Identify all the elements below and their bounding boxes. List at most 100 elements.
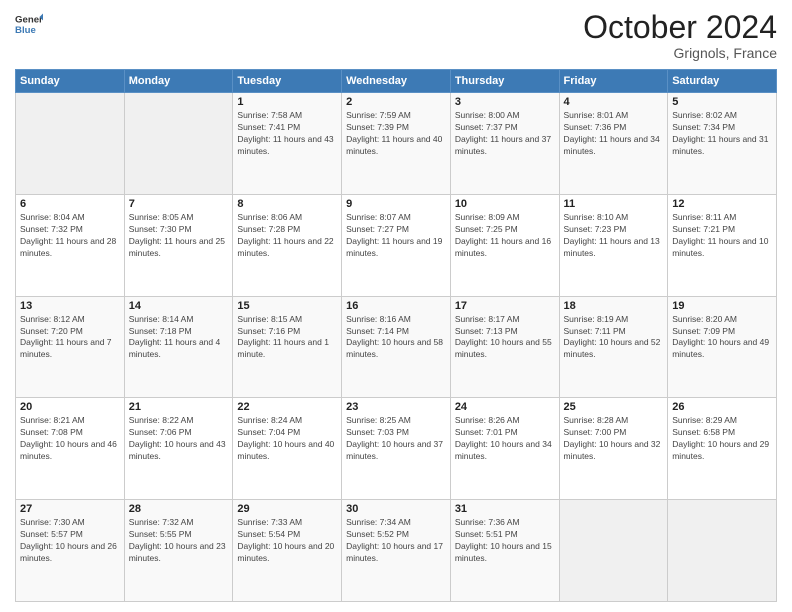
table-row: 8Sunrise: 8:06 AMSunset: 7:28 PMDaylight… <box>233 194 342 296</box>
day-info: Sunrise: 8:17 AMSunset: 7:13 PMDaylight:… <box>455 314 555 362</box>
table-row: 2 Sunrise: 7:59 AMSunset: 7:39 PMDaylight… <box>342 93 451 195</box>
day-info: Sunrise: 8:28 AMSunset: 7:00 PMDaylight:… <box>564 415 664 463</box>
table-row: 28 Sunrise: 7:32 AMSunset: 5:55 PMDayligh… <box>124 500 233 602</box>
day-number: 12 <box>672 198 772 210</box>
calendar-week-row: 20 Sunrise: 8:21 AMSunset: 7:08 PMDayligh… <box>16 398 777 500</box>
day-number: 13 <box>20 300 120 312</box>
table-row <box>559 500 668 602</box>
day-info: Sunrise: 8:26 AMSunset: 7:01 PMDaylight:… <box>455 415 555 463</box>
table-row: 27Sunrise: 7:30 AMSunset: 5:57 PMDayligh… <box>16 500 125 602</box>
table-row <box>124 93 233 195</box>
day-number: 14 <box>129 300 229 312</box>
header: General Blue October 2024 Grignols, Fran… <box>15 10 777 61</box>
day-info: Sunrise: 8:02 AMSunset: 7:34 PMDaylight:… <box>672 110 772 158</box>
table-row: 25Sunrise: 8:28 AMSunset: 7:00 PMDayligh… <box>559 398 668 500</box>
svg-text:Blue: Blue <box>15 25 36 36</box>
table-row: 29Sunrise: 7:33 AMSunset: 5:54 PMDayligh… <box>233 500 342 602</box>
day-info: Sunrise: 7:59 AMSunset: 7:39 PMDaylight:… <box>346 110 446 158</box>
title-area: October 2024 Grignols, France <box>583 10 777 61</box>
day-info: Sunrise: 8:01 AMSunset: 7:36 PMDaylight:… <box>564 110 664 158</box>
day-info: Sunrise: 8:05 AMSunset: 7:30 PMDaylight:… <box>129 212 229 260</box>
day-info: Sunrise: 7:58 AMSunset: 7:41 PMDaylight:… <box>237 110 337 158</box>
svg-text:General: General <box>15 14 43 25</box>
table-row: 1 Sunrise: 7:58 AMSunset: 7:41 PMDaylight… <box>233 93 342 195</box>
location: Grignols, France <box>583 45 777 61</box>
day-info: Sunrise: 8:16 AMSunset: 7:14 PMDaylight:… <box>346 314 446 362</box>
day-number: 4 <box>564 96 664 108</box>
calendar-week-row: 27Sunrise: 7:30 AMSunset: 5:57 PMDayligh… <box>16 500 777 602</box>
day-number: 15 <box>237 300 337 312</box>
day-info: Sunrise: 8:29 AMSunset: 6:58 PMDaylight:… <box>672 415 772 463</box>
day-number: 6 <box>20 198 120 210</box>
day-number: 24 <box>455 401 555 413</box>
table-row: 24 Sunrise: 8:26 AMSunset: 7:01 PMDayligh… <box>450 398 559 500</box>
table-row: 30 Sunrise: 7:34 AMSunset: 5:52 PMDayligh… <box>342 500 451 602</box>
day-info: Sunrise: 8:07 AMSunset: 7:27 PMDaylight:… <box>346 212 446 260</box>
day-number: 18 <box>564 300 664 312</box>
day-number: 28 <box>129 503 229 515</box>
day-info: Sunrise: 8:25 AMSunset: 7:03 PMDaylight:… <box>346 415 446 463</box>
day-number: 21 <box>129 401 229 413</box>
day-number: 20 <box>20 401 120 413</box>
table-row: 10Sunrise: 8:09 AMSunset: 7:25 PMDayligh… <box>450 194 559 296</box>
day-number: 2 <box>346 96 446 108</box>
calendar-week-row: 6 Sunrise: 8:04 AMSunset: 7:32 PMDaylight… <box>16 194 777 296</box>
day-number: 30 <box>346 503 446 515</box>
day-info: Sunrise: 8:09 AMSunset: 7:25 PMDaylight:… <box>455 212 555 260</box>
page: General Blue October 2024 Grignols, Fran… <box>0 0 792 612</box>
day-info: Sunrise: 8:21 AMSunset: 7:08 PMDaylight:… <box>20 415 120 463</box>
col-wednesday: Wednesday <box>342 70 451 93</box>
table-row: 5 Sunrise: 8:02 AMSunset: 7:34 PMDaylight… <box>668 93 777 195</box>
table-row: 12 Sunrise: 8:11 AMSunset: 7:21 PMDayligh… <box>668 194 777 296</box>
day-number: 22 <box>237 401 337 413</box>
day-number: 19 <box>672 300 772 312</box>
day-number: 11 <box>564 198 664 210</box>
logo-icon: General Blue <box>15 10 43 38</box>
day-number: 5 <box>672 96 772 108</box>
logo: General Blue <box>15 10 43 38</box>
day-number: 1 <box>237 96 337 108</box>
day-number: 3 <box>455 96 555 108</box>
day-number: 8 <box>237 198 337 210</box>
day-number: 31 <box>455 503 555 515</box>
day-info: Sunrise: 8:10 AMSunset: 7:23 PMDaylight:… <box>564 212 664 260</box>
day-number: 16 <box>346 300 446 312</box>
table-row: 22 Sunrise: 8:24 AMSunset: 7:04 PMDayligh… <box>233 398 342 500</box>
day-info: Sunrise: 8:24 AMSunset: 7:04 PMDaylight:… <box>237 415 337 463</box>
col-friday: Friday <box>559 70 668 93</box>
day-number: 9 <box>346 198 446 210</box>
day-info: Sunrise: 8:12 AMSunset: 7:20 PMDaylight:… <box>20 314 120 362</box>
day-info: Sunrise: 7:36 AMSunset: 5:51 PMDaylight:… <box>455 517 555 565</box>
table-row: 14Sunrise: 8:14 AMSunset: 7:18 PMDayligh… <box>124 296 233 398</box>
table-row: 3Sunrise: 8:00 AMSunset: 7:37 PMDaylight… <box>450 93 559 195</box>
day-info: Sunrise: 7:32 AMSunset: 5:55 PMDaylight:… <box>129 517 229 565</box>
table-row: 26 Sunrise: 8:29 AMSunset: 6:58 PMDayligh… <box>668 398 777 500</box>
table-row: 20 Sunrise: 8:21 AMSunset: 7:08 PMDayligh… <box>16 398 125 500</box>
col-thursday: Thursday <box>450 70 559 93</box>
calendar-table: Sunday Monday Tuesday Wednesday Thursday… <box>15 69 777 602</box>
day-number: 7 <box>129 198 229 210</box>
table-row: 31 Sunrise: 7:36 AMSunset: 5:51 PMDayligh… <box>450 500 559 602</box>
day-info: Sunrise: 8:20 AMSunset: 7:09 PMDaylight:… <box>672 314 772 362</box>
day-number: 23 <box>346 401 446 413</box>
calendar-week-row: 13 Sunrise: 8:12 AMSunset: 7:20 PMDayligh… <box>16 296 777 398</box>
day-number: 17 <box>455 300 555 312</box>
table-row <box>668 500 777 602</box>
day-info: Sunrise: 7:34 AMSunset: 5:52 PMDaylight:… <box>346 517 446 565</box>
table-row: 13 Sunrise: 8:12 AMSunset: 7:20 PMDayligh… <box>16 296 125 398</box>
table-row: 19 Sunrise: 8:20 AMSunset: 7:09 PMDayligh… <box>668 296 777 398</box>
table-row: 18 Sunrise: 8:19 AMSunset: 7:11 PMDayligh… <box>559 296 668 398</box>
day-number: 29 <box>237 503 337 515</box>
day-info: Sunrise: 8:15 AMSunset: 7:16 PMDaylight:… <box>237 314 337 362</box>
table-row: 7 Sunrise: 8:05 AMSunset: 7:30 PMDaylight… <box>124 194 233 296</box>
month-title: October 2024 <box>583 10 777 45</box>
calendar-header-row: Sunday Monday Tuesday Wednesday Thursday… <box>16 70 777 93</box>
col-tuesday: Tuesday <box>233 70 342 93</box>
table-row: 23 Sunrise: 8:25 AMSunset: 7:03 PMDayligh… <box>342 398 451 500</box>
day-info: Sunrise: 8:19 AMSunset: 7:11 PMDaylight:… <box>564 314 664 362</box>
day-info: Sunrise: 8:11 AMSunset: 7:21 PMDaylight:… <box>672 212 772 260</box>
day-number: 26 <box>672 401 772 413</box>
day-info: Sunrise: 8:04 AMSunset: 7:32 PMDaylight:… <box>20 212 120 260</box>
day-info: Sunrise: 7:30 AMSunset: 5:57 PMDaylight:… <box>20 517 120 565</box>
table-row: 4 Sunrise: 8:01 AMSunset: 7:36 PMDaylight… <box>559 93 668 195</box>
